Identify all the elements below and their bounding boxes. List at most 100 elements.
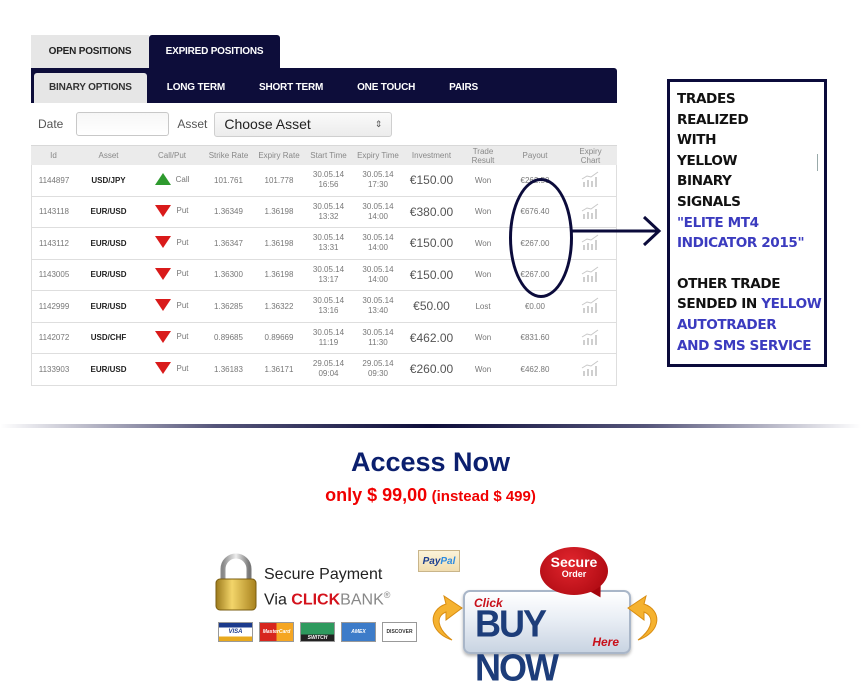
clickbank-bank: BANK (340, 591, 384, 609)
expiry-chart-icon[interactable] (581, 360, 599, 378)
put-arrow-down-icon (155, 362, 172, 375)
cell-strike-rate: 101.761 (203, 165, 254, 197)
put-arrow-down-icon (155, 267, 172, 280)
cell-investment: €380.00 (403, 196, 460, 228)
buy-here-label: Here (592, 635, 619, 649)
cell-expiry-time: 30.05.14 14:00 (353, 259, 403, 291)
table-row[interactable]: 1142072 USD/CHF Put 0.89685 0.89669 30.05.14 1… (31, 322, 617, 354)
cell-id: 1143112 (31, 228, 76, 260)
expiry-clock: 17:30 (367, 180, 389, 190)
start-date: 30.05.14 (312, 327, 345, 337)
put-arrow-down-icon (155, 236, 172, 249)
col-asset: Asset (76, 145, 141, 165)
cell-trade-result: Won (460, 228, 506, 260)
cell-expiry-time: 30.05.14 14:00 (353, 196, 403, 228)
cell-investment: €462.00 (403, 322, 460, 354)
cell-strike-rate: 1.36300 (203, 259, 254, 291)
start-clock: 16:56 (318, 180, 339, 190)
price-main: only $ 99,00 (325, 485, 428, 505)
start-date: 30.05.14 (312, 264, 345, 274)
start-clock: 13:17 (318, 274, 339, 284)
tab-pairs[interactable]: PAIRS (435, 73, 492, 103)
highlight-oval (509, 178, 573, 298)
note-line: SENDED IN YELLOW (677, 294, 824, 315)
note-line-highlight: INDICATOR 2015" (677, 235, 805, 252)
cell-expiry-chart (564, 259, 617, 291)
col-call-put: Call/Put (141, 145, 203, 165)
clickbank-line: Via CLICKBANK® (264, 585, 390, 610)
cell-id: 1142072 (31, 322, 76, 354)
expiry-date: 30.05.14 (362, 327, 394, 337)
curved-arrow-right-icon (627, 594, 658, 641)
put-arrow-down-icon (155, 330, 172, 343)
discover-logo: DISCOVER (382, 622, 417, 642)
col-id: Id (31, 145, 76, 165)
expiry-chart-icon[interactable] (581, 297, 599, 315)
tab-binary-options[interactable]: BINARY OPTIONS (34, 73, 147, 103)
start-date: 30.05.14 (312, 296, 345, 306)
cell-call-put: Put (141, 291, 203, 323)
direction-label: Put (176, 332, 189, 342)
tab-one-touch[interactable]: ONE TOUCH (343, 73, 429, 103)
asset-select[interactable]: Choose Asset ⇕ (214, 111, 393, 137)
order-label: Order (561, 569, 587, 579)
cell-expiry-time: 30.05.14 13:40 (353, 291, 403, 323)
secure-payment-line: Secure Payment (264, 566, 383, 583)
cell-strike-rate: 1.36349 (203, 196, 254, 228)
date-label: Date (38, 117, 64, 131)
mastercard-logo: MasterCard (259, 622, 294, 642)
cell-trade-result: Won (460, 322, 506, 354)
cell-expiry-time: 30.05.14 14:00 (353, 228, 403, 260)
start-clock: 09:04 (318, 369, 339, 379)
cell-start-time: 29.05.14 09:04 (304, 354, 353, 386)
cell-investment: €150.00 (403, 259, 460, 291)
note-line-highlight: "ELITE MT4 (677, 214, 759, 231)
start-clock: 11:19 (318, 337, 339, 347)
tab-open-positions[interactable]: OPEN POSITIONS (31, 35, 149, 68)
cell-start-time: 30.05.14 11:19 (304, 322, 353, 354)
expiry-clock: 09:30 (367, 369, 389, 379)
padlock-icon (215, 553, 257, 611)
note-line: YELLOW (677, 152, 738, 169)
cell-call-put: Put (141, 259, 203, 291)
start-clock: 13:16 (318, 306, 339, 316)
date-input[interactable] (76, 112, 170, 136)
cell-expiry-rate: 1.36198 (254, 259, 304, 291)
cell-asset: USD/JPY (76, 165, 141, 197)
paypal-logo: Pay Pal (418, 550, 460, 572)
expiry-chart-icon[interactable] (581, 329, 599, 347)
cell-id: 1143005 (31, 259, 76, 291)
paypal-pay: Pay (422, 555, 441, 567)
select-updown-icon: ⇕ (374, 118, 383, 129)
cell-id: 1143118 (31, 196, 76, 228)
secure-label: Secure (550, 554, 598, 570)
via-text: Via (264, 591, 292, 609)
cell-call-put: Put (141, 228, 203, 260)
expiry-chart-icon[interactable] (581, 171, 599, 189)
cell-expiry-time: 29.05.14 09:30 (353, 354, 403, 386)
cell-asset: EUR/USD (76, 291, 141, 323)
arrow-right-icon (570, 215, 662, 247)
tab-expired-positions[interactable]: EXPIRED POSITIONS (149, 35, 280, 68)
cell-asset: EUR/USD (76, 196, 141, 228)
buy-now-button[interactable]: Click BUY NOW Here (463, 590, 631, 683)
cell-trade-result: Won (460, 196, 506, 228)
tab-long-term[interactable]: LONG TERM (153, 73, 239, 103)
table-row[interactable]: 1133903 EUR/USD Put 1.36183 1.36171 29.05.14 0… (31, 354, 617, 386)
expiry-date: 29.05.14 (362, 359, 394, 369)
cell-expiry-rate: 0.89669 (254, 322, 304, 354)
table-row[interactable]: 1142999 EUR/USD Put 1.36285 1.36322 30.05.14 1… (31, 291, 617, 323)
secure-order-badge[interactable]: Secure Order (540, 547, 608, 595)
expiry-chart-icon[interactable] (581, 266, 599, 284)
cell-id: 1142999 (31, 291, 76, 323)
note-text-highlight: YELLOW (761, 296, 822, 313)
expiry-clock: 14:00 (367, 211, 389, 221)
cell-call-put: Call (141, 165, 203, 197)
note-spacer (677, 254, 824, 274)
cell-expiry-chart (564, 322, 617, 354)
cell-expiry-chart (564, 354, 617, 386)
direction-label: Put (176, 237, 189, 247)
price-line: only $ 99,00 (instead $ 499) (0, 485, 861, 506)
cell-trade-result: Won (460, 259, 506, 291)
tab-short-term[interactable]: SHORT TERM (245, 73, 337, 103)
